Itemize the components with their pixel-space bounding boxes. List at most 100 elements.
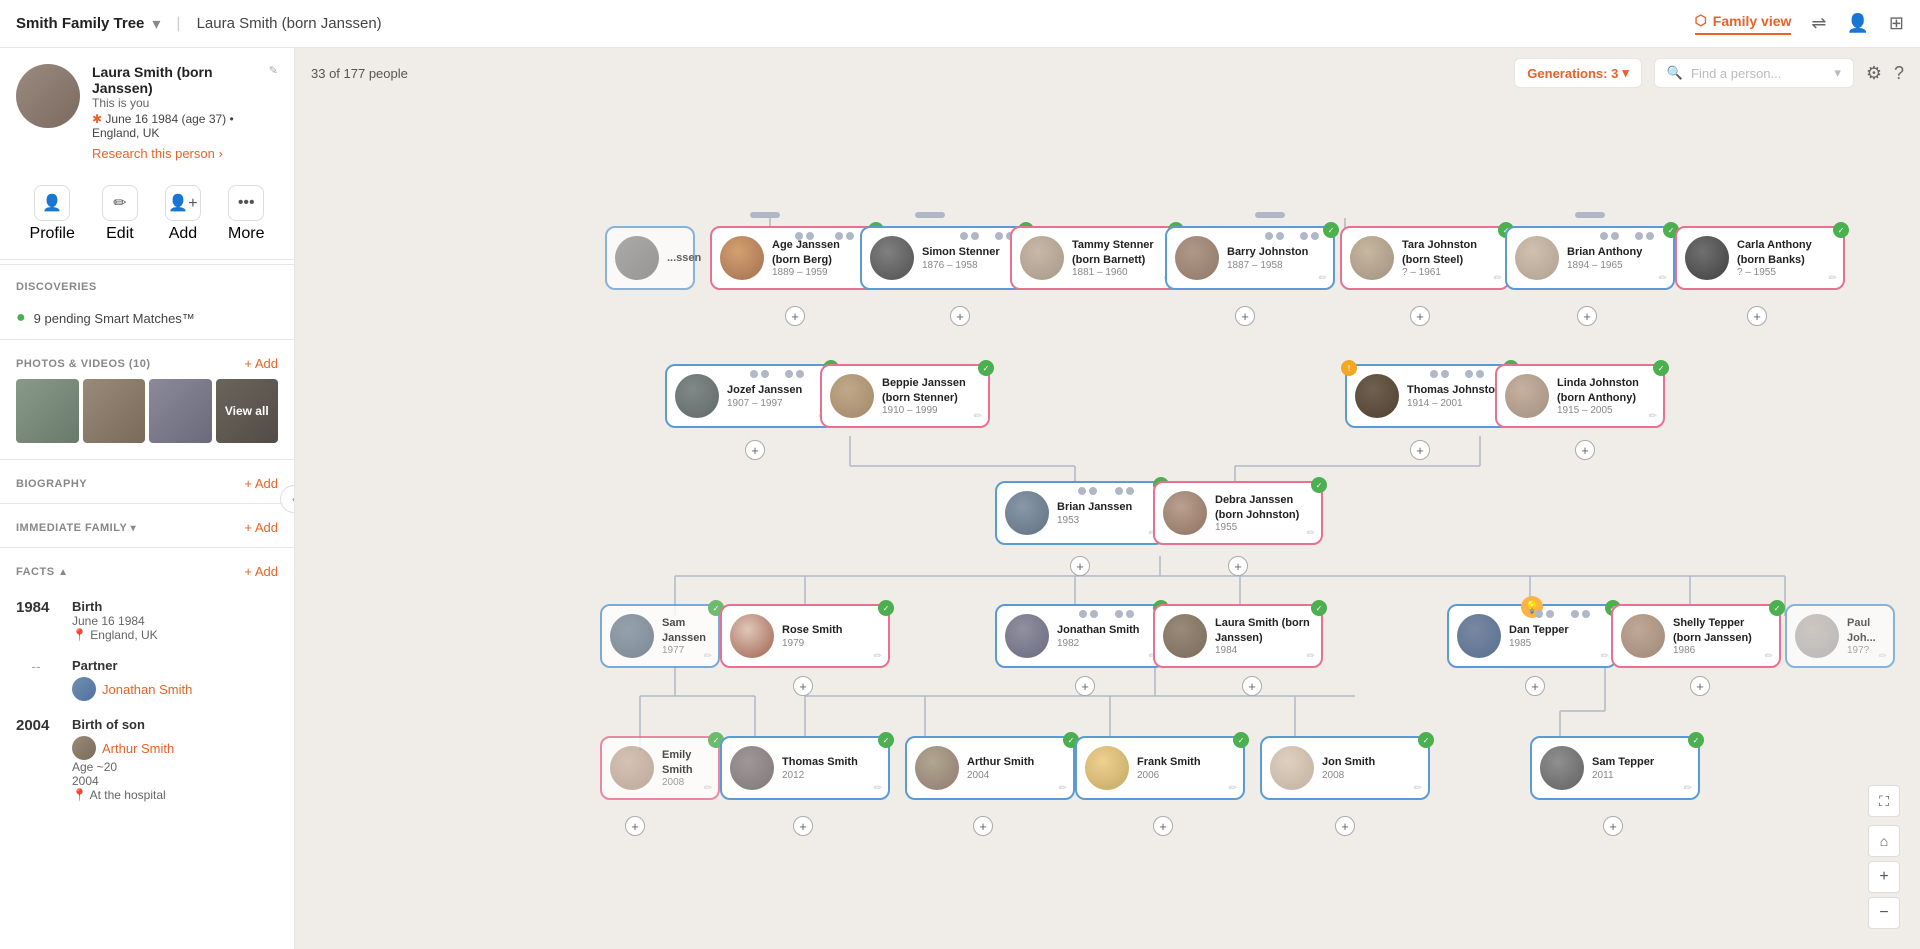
add-sam-t[interactable]: + <box>1603 816 1623 836</box>
add-shelly[interactable]: + <box>1690 676 1710 696</box>
help-button[interactable]: ? <box>1894 63 1904 84</box>
photo-thumb-3[interactable] <box>149 379 212 443</box>
tree-name[interactable]: Smith Family Tree <box>16 15 144 32</box>
add-simon-stenner[interactable]: + <box>950 306 970 326</box>
add-thomas-j[interactable]: + <box>1410 440 1430 460</box>
paul-edit[interactable]: ✏ <box>1879 651 1887 662</box>
facts-add[interactable]: + Add <box>244 564 278 579</box>
rose-smith-edit[interactable]: ✏ <box>874 651 882 662</box>
jon-smith-edit[interactable]: ✏ <box>1414 783 1422 794</box>
laura-smith-card[interactable]: Laura Smith (born Janssen) 1984 ✓ ✏ <box>1153 604 1323 668</box>
add-arthur[interactable]: + <box>973 816 993 836</box>
facts-title: FACTS ▲ <box>16 566 69 578</box>
debra-janssen-card[interactable]: Debra Janssen (born Johnston) 1955 ✓ ✏ <box>1153 481 1323 545</box>
immediate-family-add[interactable]: + Add <box>244 520 278 535</box>
zoom-in-button[interactable]: + <box>1868 861 1900 893</box>
biography-add[interactable]: + Add <box>244 476 278 491</box>
sam-janssen-edit[interactable]: ✏ <box>704 651 712 662</box>
view-all-label: View all <box>225 404 269 418</box>
add-tara-johnston[interactable]: + <box>1410 306 1430 326</box>
dropdown-icon[interactable]: ▾ <box>152 14 160 34</box>
sam-tepper-dates: 2011 <box>1592 770 1690 781</box>
emily-smith-card[interactable]: Emily Smith 2008 ✓ ✏ <box>600 736 720 800</box>
add-action[interactable]: 👤+ Add <box>165 185 201 243</box>
add-brian-anthony[interactable]: + <box>1577 306 1597 326</box>
arthur-smith-card[interactable]: Arthur Smith 2004 ✓ ✏ <box>905 736 1075 800</box>
beppie-janssen-card[interactable]: Beppie Janssen (born Stenner) 1910 – 199… <box>820 364 990 428</box>
sam-tepper-card[interactable]: Sam Tepper 2011 ✓ ✏ <box>1530 736 1700 800</box>
add-barry-johnston[interactable]: + <box>1235 306 1255 326</box>
research-link[interactable]: Research this person › <box>92 146 257 161</box>
tara-johnston-edit[interactable]: ✏ <box>1494 273 1502 284</box>
add-jonathan-laura[interactable]: + <box>1075 676 1095 696</box>
sam-tepper-edit[interactable]: ✏ <box>1684 783 1692 794</box>
barry-johnston-edit[interactable]: ✏ <box>1319 273 1327 284</box>
add-jozef[interactable]: + <box>745 440 765 460</box>
add-thomas-s[interactable]: + <box>793 816 813 836</box>
emily-smith-edit[interactable]: ✏ <box>704 783 712 794</box>
fact-partner-info: Jonathan Smith <box>72 677 192 701</box>
add-debra-j[interactable]: + <box>1228 556 1248 576</box>
grid-icon[interactable]: ⊞ <box>1889 13 1904 34</box>
beppie-janssen-edit[interactable]: ✏ <box>974 411 982 422</box>
add-emily[interactable]: + <box>625 816 645 836</box>
more-action[interactable]: ••• More <box>228 185 264 243</box>
smart-matches[interactable]: ● 9 pending Smart Matches™ <box>16 309 278 327</box>
dan-tepper-card[interactable]: 💡 Dan Tepper 1985 ✓ ✏ <box>1447 604 1617 668</box>
add-frank[interactable]: + <box>1153 816 1173 836</box>
beppie-janssen-info: Beppie Janssen (born Stenner) 1910 – 199… <box>882 376 980 416</box>
view-all-photos[interactable]: View all <box>216 379 279 443</box>
edit-name-icon[interactable]: ✎ <box>269 64 278 77</box>
add-age-janssen[interactable]: + <box>785 306 805 326</box>
paul-partial-card[interactable]: Paul Joh... 197? ✏ <box>1785 604 1895 668</box>
profile-icon[interactable]: 👤 <box>1846 13 1868 34</box>
add-linda-j[interactable]: + <box>1575 440 1595 460</box>
jon-smith-card[interactable]: Jon Smith 2008 ✓ ✏ <box>1260 736 1430 800</box>
arthur-smith-edit[interactable]: ✏ <box>1059 783 1067 794</box>
home-button[interactable]: ⌂ <box>1868 825 1900 857</box>
linda-johnston-card[interactable]: Linda Johnston (born Anthony) 1915 – 200… <box>1495 364 1665 428</box>
photo-thumb-1[interactable] <box>16 379 79 443</box>
add-carla-anthony[interactable]: + <box>1747 306 1767 326</box>
add-jon[interactable]: + <box>1335 816 1355 836</box>
tara-johnston-card[interactable]: Tara Johnston (born Steel) ? – 1961 ✓ ✏ <box>1340 226 1510 290</box>
linda-johnston-edit[interactable]: ✏ <box>1649 411 1657 422</box>
laura-smith-edit[interactable]: ✏ <box>1307 651 1315 662</box>
shelly-tepper-edit[interactable]: ✏ <box>1765 651 1773 662</box>
find-placeholder: Find a person... <box>1691 66 1781 81</box>
photos-add[interactable]: + Add <box>244 356 278 371</box>
barry-johnston-avatar <box>1175 236 1219 280</box>
share-icon[interactable]: ⇌ <box>1811 13 1826 34</box>
thomas-smith-edit[interactable]: ✏ <box>874 783 882 794</box>
fullscreen-button[interactable]: ⛶ <box>1868 785 1900 817</box>
frank-smith-card[interactable]: Frank Smith 2006 ✓ ✏ <box>1075 736 1245 800</box>
frank-smith-edit[interactable]: ✏ <box>1229 783 1237 794</box>
add-laura[interactable]: + <box>1242 676 1262 696</box>
partner-name[interactable]: Jonathan Smith <box>102 682 192 697</box>
add-rose[interactable]: + <box>793 676 813 696</box>
family-view-icon: ⬡ <box>1695 12 1707 29</box>
debra-janssen-edit[interactable]: ✏ <box>1307 528 1315 539</box>
jonathan-smith-dates: 1982 <box>1057 638 1155 649</box>
sam-janssen-card[interactable]: Sam Janssen 1977 ✓ ✏ <box>600 604 720 668</box>
rose-smith-card[interactable]: Rose Smith 1979 ✓ ✏ <box>720 604 890 668</box>
carla-anthony-card[interactable]: Carla Anthony (born Banks) ? – 1955 ✓ ✏ <box>1675 226 1845 290</box>
edit-action[interactable]: ✏ Edit <box>102 185 138 243</box>
jansen-card[interactable]: ...ssen <box>605 226 695 290</box>
brian-anthony-edit[interactable]: ✏ <box>1659 273 1667 284</box>
carla-anthony-edit[interactable]: ✏ <box>1829 273 1837 284</box>
add-dan-shelly[interactable]: + <box>1525 676 1545 696</box>
profile-action[interactable]: 👤 Profile <box>30 185 75 243</box>
add-brian-j[interactable]: + <box>1070 556 1090 576</box>
generations-button[interactable]: Generations: 3 ▾ <box>1514 58 1642 88</box>
settings-button[interactable]: ⚙ <box>1866 63 1882 84</box>
dan-tepper-edit[interactable]: ✏ <box>1601 651 1609 662</box>
shelly-tepper-card[interactable]: Shelly Tepper (born Janssen) 1986 ✓ ✏ <box>1611 604 1781 668</box>
family-view-tab[interactable]: ⬡ Family view <box>1695 12 1792 35</box>
find-person-input[interactable]: 🔍 Find a person... ▾ <box>1654 58 1854 88</box>
zoom-out-button[interactable]: − <box>1868 897 1900 929</box>
tammy-stenner-card[interactable]: Tammy Stenner (born Barnett) 1881 – 1960… <box>1010 226 1180 290</box>
son-name[interactable]: Arthur Smith <box>102 741 174 756</box>
photo-thumb-2[interactable] <box>83 379 146 443</box>
thomas-smith-card[interactable]: Thomas Smith 2012 ✓ ✏ <box>720 736 890 800</box>
